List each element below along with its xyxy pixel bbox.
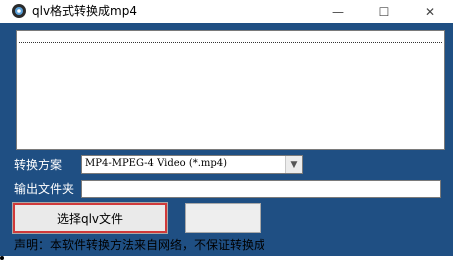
minimize-icon: —: [332, 4, 344, 19]
maximize-icon: ☐: [378, 4, 390, 19]
close-icon: ✕: [424, 4, 436, 19]
app-icon: [12, 4, 26, 18]
close-button[interactable]: ✕: [407, 0, 453, 23]
scheme-select-value: MP4-MPEG-4 Video (*.mp4): [85, 158, 228, 169]
select-qlv-file-button[interactable]: 选择qlv文件: [12, 202, 168, 234]
window-title: qlv格式转换成mp4: [32, 4, 137, 18]
chevron-down-icon[interactable]: ▼: [285, 156, 302, 173]
bullet-dot: [0, 256, 4, 260]
bottom-strip: [0, 256, 453, 266]
maximize-button[interactable]: ☐: [361, 0, 407, 23]
file-list[interactable]: [16, 30, 445, 150]
select-qlv-file-label: 选择qlv文件: [56, 211, 124, 226]
output-folder-input[interactable]: [81, 180, 441, 198]
disclaimer-text: 声明：本软件转换方法来自网络，不保证转换成: [14, 238, 264, 252]
list-focus-rect: [19, 42, 442, 43]
scheme-label: 转换方案: [14, 158, 63, 172]
output-folder-label: 输出文件夹: [14, 182, 75, 196]
minimize-button[interactable]: —: [315, 0, 361, 23]
title-bar: qlv格式转换成mp4 — ☐ ✕: [0, 0, 453, 23]
scheme-select[interactable]: MP4-MPEG-4 Video (*.mp4) ▼: [81, 155, 303, 174]
convert-button[interactable]: [185, 203, 261, 233]
